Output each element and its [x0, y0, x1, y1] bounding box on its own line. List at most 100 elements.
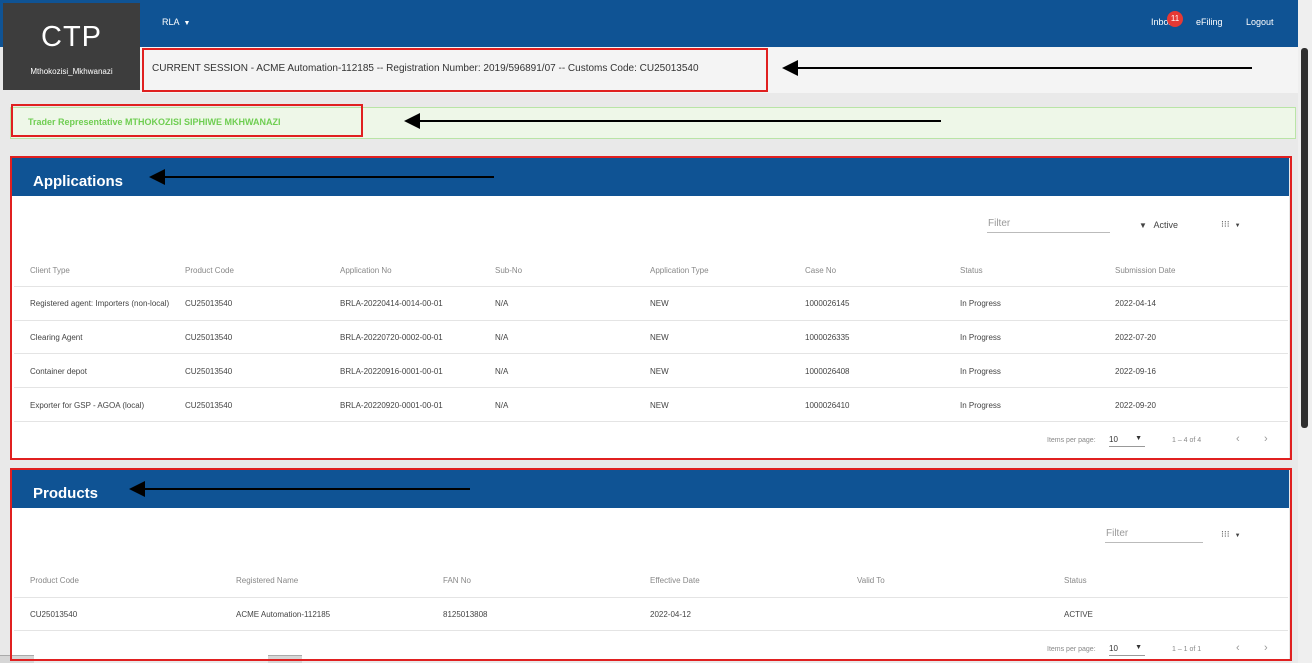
app-logo[interactable]: CTP: [3, 21, 140, 54]
cell-case-no: 1000026335: [805, 333, 850, 342]
row-divider: [14, 387, 1288, 388]
cell-application-type: NEW: [650, 299, 669, 308]
products-filter-input[interactable]: [1105, 528, 1203, 543]
column-header-valid-to[interactable]: Valid To: [857, 576, 885, 585]
column-header-fan-no[interactable]: FAN No: [443, 576, 471, 585]
cell-product-code: CU25013540: [185, 333, 233, 342]
cell-client-type: Container depot: [30, 367, 87, 376]
row-divider: [14, 320, 1288, 321]
cell-application-no: BRLA-20220414-0014-00-01: [340, 299, 443, 308]
cell-status: In Progress: [960, 367, 1001, 376]
cell-status: In Progress: [960, 299, 1001, 308]
active-filter-button[interactable]: ▼ Active: [1139, 220, 1178, 230]
cell-application-no: BRLA-20220916-0001-00-01: [340, 367, 443, 376]
items-per-page-value: 10: [1109, 435, 1118, 444]
cell-product-code: CU25013540: [185, 299, 233, 308]
chevron-right-icon[interactable]: ›: [1264, 433, 1268, 445]
column-header-product-code[interactable]: Product Code: [30, 576, 79, 585]
products-title: Products: [33, 485, 99, 502]
column-header-registered-name[interactable]: Registered Name: [236, 576, 298, 585]
scrollbar-thumb[interactable]: [1301, 48, 1308, 428]
items-per-page-label: Items per page:: [1047, 646, 1096, 653]
cell-sub-no: N/A: [495, 367, 509, 376]
cell-client-type: Exporter for GSP - AGOA (local): [30, 401, 145, 410]
cell-case-no: 1000026408: [805, 367, 850, 376]
items-per-page-select[interactable]: 10 ▼: [1109, 435, 1145, 447]
products-columns-button[interactable]: ⁝⁝⁝ ▼: [1221, 529, 1241, 540]
row-divider: [14, 597, 1288, 598]
column-header-effective-date[interactable]: Effective Date: [650, 576, 700, 585]
chevron-right-icon[interactable]: ›: [1264, 642, 1268, 654]
chevron-left-icon[interactable]: ‹: [1236, 642, 1240, 654]
cell-product-code: CU25013540: [30, 610, 78, 619]
cell-submission-date: 2022-07-20: [1115, 333, 1156, 342]
chevron-down-icon: ▼: [1135, 644, 1142, 651]
chevron-down-icon: ▼: [1234, 223, 1241, 229]
filter-icon: ▼: [1139, 221, 1147, 230]
applications-columns-button[interactable]: ⁝⁝⁝ ▼: [1221, 219, 1241, 230]
nav-menu-label: RLA: [162, 17, 180, 27]
arrow-left-icon: [149, 169, 494, 185]
cell-application-type: NEW: [650, 333, 669, 342]
page-range-label: 1 – 4 of 4: [1172, 437, 1202, 444]
row-divider: [14, 286, 1288, 287]
row-divider: [14, 353, 1288, 354]
column-header-status[interactable]: Status: [1064, 576, 1087, 585]
items-per-page-label: Items per page:: [1047, 437, 1096, 444]
column-grid-icon: ⁝⁝⁝: [1221, 219, 1230, 229]
cell-application-no: BRLA-20220720-0002-00-01: [340, 333, 443, 342]
username-label: Mthokozisi_Mkhwanazi: [30, 67, 113, 76]
column-header-application-type[interactable]: Application Type: [650, 266, 709, 275]
applications-card: Applications: [12, 158, 1289, 458]
cell-sub-no: N/A: [495, 333, 509, 342]
column-header-case-no[interactable]: Case No: [805, 266, 836, 275]
column-grid-icon: ⁝⁝⁝: [1221, 529, 1230, 539]
column-header-submission-date[interactable]: Submission Date: [1115, 266, 1175, 275]
cell-product-code: CU25013540: [185, 367, 233, 376]
arrow-left-icon: [129, 481, 470, 497]
cell-status: In Progress: [960, 401, 1001, 410]
chevron-down-icon: ▼: [1234, 533, 1241, 539]
row-divider: [14, 630, 1288, 631]
session-info: CURRENT SESSION - ACME Automation-112185…: [152, 63, 699, 74]
cell-status: ACTIVE: [1064, 610, 1093, 619]
cell-submission-date: 2022-09-20: [1115, 401, 1156, 410]
column-header-status[interactable]: Status: [960, 266, 983, 275]
bottom-tab[interactable]: [0, 655, 34, 663]
row-divider: [14, 421, 1288, 422]
column-header-sub-no[interactable]: Sub-No: [495, 266, 522, 275]
efiling-link[interactable]: eFiling: [1196, 17, 1223, 27]
cell-fan-no: 8125013808: [443, 610, 488, 619]
cell-client-type: Clearing Agent: [30, 333, 83, 342]
chevron-down-icon: ▼: [183, 20, 191, 27]
column-header-client-type[interactable]: Client Type: [30, 266, 70, 275]
column-header-application-no[interactable]: Application No: [340, 266, 392, 275]
cell-effective-date: 2022-04-12: [650, 610, 691, 619]
cell-sub-no: N/A: [495, 401, 509, 410]
column-header-product-code[interactable]: Product Code: [185, 266, 234, 275]
trader-representative-label: Trader Representative MTHOKOZISI SIPHIWE…: [28, 117, 281, 127]
page-range-label: 1 – 1 of 1: [1172, 646, 1202, 653]
items-per-page-select[interactable]: 10 ▼: [1109, 644, 1145, 656]
cell-registered-name: ACME Automation-112185: [236, 610, 331, 619]
cell-client-type: Registered agent: Importers (non-local): [30, 299, 170, 308]
cell-product-code: CU25013540: [185, 401, 233, 410]
chevron-left-icon[interactable]: ‹: [1236, 433, 1240, 445]
chevron-down-icon: ▼: [1135, 435, 1142, 442]
top-navbar: [0, 0, 1312, 47]
items-per-page-value: 10: [1109, 644, 1118, 653]
cell-submission-date: 2022-04-14: [1115, 299, 1156, 308]
cell-application-type: NEW: [650, 367, 669, 376]
inbox-count-badge: 11: [1167, 11, 1183, 27]
active-filter-label: Active: [1153, 220, 1178, 230]
nav-menu-rla[interactable]: RLA ▼: [162, 17, 190, 27]
bottom-tab[interactable]: [268, 655, 302, 663]
cell-submission-date: 2022-09-16: [1115, 367, 1156, 376]
arrow-left-icon: [404, 113, 941, 129]
cell-application-type: NEW: [650, 401, 669, 410]
cell-application-no: BRLA-20220920-0001-00-01: [340, 401, 443, 410]
cell-status: In Progress: [960, 333, 1001, 342]
logout-link[interactable]: Logout: [1246, 17, 1274, 27]
applications-title: Applications: [33, 173, 124, 190]
applications-filter-input[interactable]: [987, 218, 1110, 233]
